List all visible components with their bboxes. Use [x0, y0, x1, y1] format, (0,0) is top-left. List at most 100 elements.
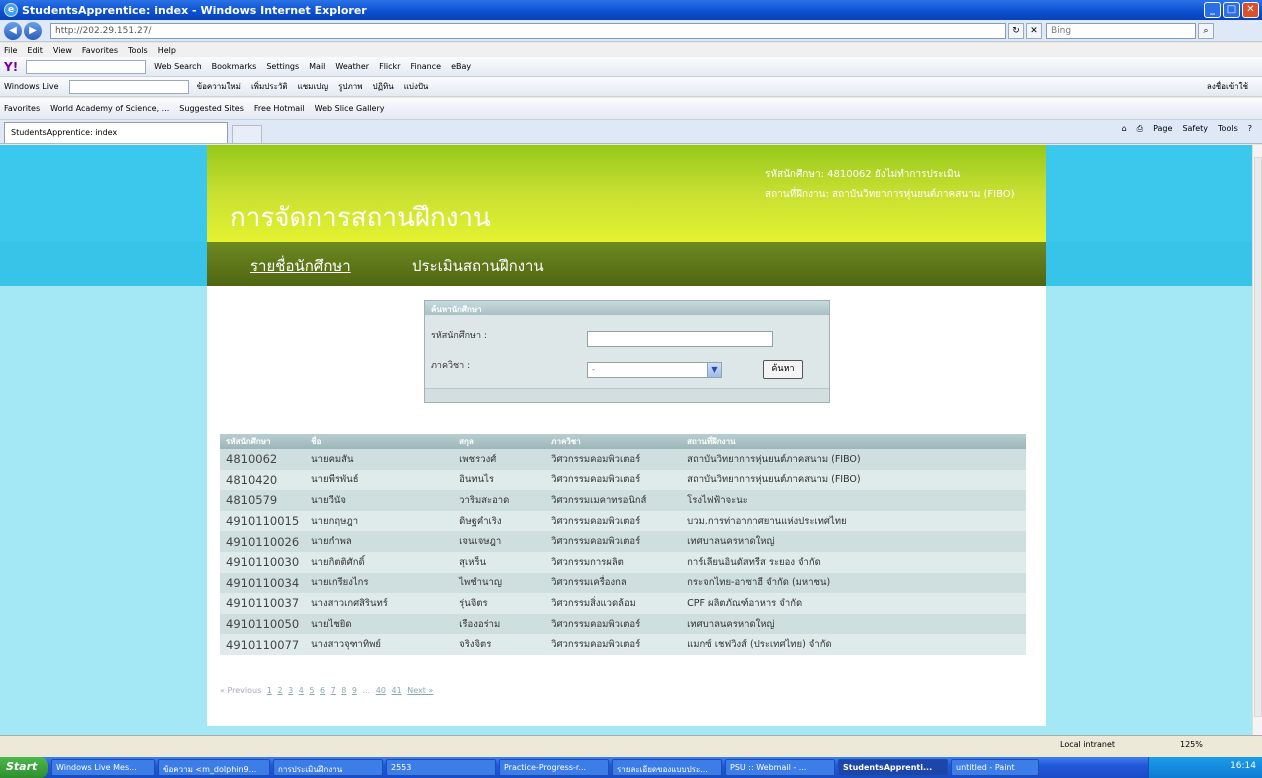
menu-edit[interactable]: Edit — [27, 46, 43, 55]
yahoo-toolbar: Y! Web Search Bookmarks Settings Mail We… — [0, 57, 1262, 77]
cell-internship-place: CPF ผลิตภัณฑ์อาหาร จำกัด — [681, 593, 1026, 614]
cell-department: วิศวกรรมการผลิต — [545, 551, 682, 573]
student-id-input[interactable] — [587, 331, 773, 347]
back-icon[interactable]: ◀ — [4, 21, 22, 40]
yahoo-bookmarks[interactable]: Bookmarks — [212, 62, 257, 71]
help-icon[interactable]: ? — [1248, 124, 1252, 134]
task-studentsapprentice[interactable]: StudentsApprenti... — [838, 759, 948, 776]
favorites-button[interactable]: Favorites — [4, 104, 40, 113]
task-form-details[interactable]: รายละเอียดของแบบประ... — [612, 759, 722, 776]
live-item-share[interactable]: แบ่งปัน — [404, 80, 429, 93]
pager-page-41[interactable]: 41 — [391, 686, 401, 695]
cell-department: วิศวกรรมเครื่องกล — [545, 572, 682, 594]
command-safety[interactable]: Safety — [1182, 124, 1208, 134]
search-input[interactable]: Bing — [1046, 22, 1196, 39]
table-row[interactable]: 4810420 นายพีรพันธ์ อินทนไร วิศวกรรมคอมพ… — [220, 469, 1026, 491]
table-row[interactable]: 4910110034 นายเกรียงไกร ไพชำนาญ วิศวกรรม… — [220, 572, 1026, 594]
chevron-down-icon[interactable]: ▼ — [707, 363, 721, 377]
yahoo-mail[interactable]: Mail — [309, 62, 325, 71]
address-input[interactable]: http://202.29.151.27/ — [50, 22, 1006, 39]
yahoo-settings[interactable]: Settings — [266, 62, 299, 71]
pager-page-1[interactable]: 1 — [267, 686, 272, 695]
cell-student-id: 4910110034 — [220, 572, 306, 594]
pager-page-4[interactable]: 4 — [299, 686, 304, 695]
table-row[interactable]: 4910110050 นายไชยิด เรืองอร่าม วิศวกรรมค… — [220, 613, 1026, 635]
live-item-spaces[interactable]: แชมเปญ — [298, 80, 329, 93]
zoom-level[interactable]: 125% — [1180, 740, 1203, 749]
yahoo-web-search[interactable]: Web Search — [154, 62, 201, 71]
table-row[interactable]: 4910110037 นางสาวเกศสิรินทร์ รุ่นจิตร วิ… — [220, 593, 1026, 614]
command-page[interactable]: Page — [1153, 124, 1172, 134]
favorite-link-suggested[interactable]: Suggested Sites — [179, 104, 244, 113]
table-row[interactable]: 4910110015 นายกฤษฎา ดิษฐคำเริง วิศวกรรมค… — [220, 510, 1026, 532]
cell-last-name: ไพชำนาญ — [453, 572, 546, 594]
pager-page-3[interactable]: 3 — [288, 686, 293, 695]
cell-student-id: 4910110037 — [220, 593, 306, 614]
nav-students-link[interactable]: รายชื่อนักศึกษา — [250, 254, 351, 278]
windows-live-search-input[interactable] — [68, 79, 189, 94]
stop-icon[interactable]: ✕ — [1026, 22, 1042, 39]
pager-page-7[interactable]: 7 — [331, 686, 336, 695]
table-row[interactable]: 4810579 นายวีนัจ วาริมสะอาด วิศวกรรมเมคา… — [220, 490, 1026, 511]
nav-evaluate-link[interactable]: ประเมินสถานฝึกงาน — [412, 254, 544, 278]
task-message-dolphin[interactable]: ข้อความ <m_dolphin9... — [158, 759, 270, 776]
menu-help[interactable]: Help — [158, 46, 176, 55]
menu-view[interactable]: View — [53, 46, 72, 55]
task-psu-webmail[interactable]: PSU :: Webmail - ... — [725, 759, 835, 776]
start-button[interactable]: Start — [0, 757, 48, 778]
scrollbar-thumb[interactable] — [1254, 157, 1262, 717]
live-item-new-message[interactable]: ข้อความใหม่ — [197, 80, 241, 93]
pager-next[interactable]: Next » — [407, 686, 433, 695]
forward-icon[interactable]: ▶ — [24, 21, 42, 40]
vertical-scrollbar[interactable] — [1252, 145, 1262, 735]
live-item-photos[interactable]: รูปภาพ — [338, 80, 362, 93]
command-tools[interactable]: Tools — [1218, 124, 1238, 134]
table-row[interactable]: 4910110077 นางสาวจุฑาทิพย์ จริงจิตร วิศว… — [220, 634, 1026, 655]
cell-last-name: อินทนไร — [453, 469, 546, 491]
favorite-link-waset[interactable]: World Academy of Science, ... — [50, 104, 169, 113]
close-icon[interactable]: ✕ — [1242, 2, 1259, 18]
yahoo-search-input[interactable] — [26, 59, 147, 74]
favorite-link-hotmail[interactable]: Free Hotmail — [254, 104, 305, 113]
menu-file[interactable]: File — [4, 46, 17, 55]
windows-live-label[interactable]: Windows Live — [4, 82, 59, 91]
task-evaluation-folder[interactable]: การประเมินฝึกงาน — [273, 759, 383, 776]
task-2553-folder[interactable]: 2553 — [386, 759, 496, 776]
task-practice-progress[interactable]: Practice-Progress-r... — [499, 759, 609, 776]
live-signin[interactable]: ลงชื่อเข้าใช้ — [1207, 80, 1248, 93]
print-icon[interactable]: ⎙ — [1137, 124, 1143, 134]
new-tab-button[interactable] — [232, 125, 262, 143]
yahoo-ebay[interactable]: eBay — [451, 62, 471, 71]
yahoo-logo-icon[interactable]: Y! — [4, 60, 18, 74]
tab-studentsapprentice[interactable]: StudentsApprentice: index — [4, 122, 228, 143]
yahoo-weather[interactable]: Weather — [335, 62, 369, 71]
task-paint[interactable]: untitled - Paint — [951, 759, 1039, 776]
status-bar: Local intranet 125% — [0, 735, 1262, 757]
refresh-icon[interactable]: ↻ — [1008, 22, 1024, 39]
menu-tools[interactable]: Tools — [128, 46, 148, 55]
home-icon[interactable]: ⌂ — [1122, 124, 1127, 134]
table-row[interactable]: 4810062 นายคมสัน เพชรวงศ์ วิศวกรรมคอมพิว… — [220, 449, 1026, 470]
live-item-calendar[interactable]: ปฏิทิน — [373, 80, 394, 93]
menu-favorites[interactable]: Favorites — [82, 46, 118, 55]
pager-page-9[interactable]: 9 — [352, 686, 357, 695]
pager-page-2[interactable]: 2 — [277, 686, 282, 695]
maximize-icon[interactable]: □ — [1223, 2, 1240, 18]
live-item-profile[interactable]: เพิ่มประวัติ — [251, 80, 288, 93]
yahoo-finance[interactable]: Finance — [410, 62, 441, 71]
search-button[interactable]: ค้นหา — [763, 360, 803, 379]
minimize-icon[interactable]: _ — [1204, 2, 1221, 18]
pager-page-40[interactable]: 40 — [376, 686, 386, 695]
table-row[interactable]: 4910110026 นายกำพล เจนเจษฎา วิศวกรรมคอมพ… — [220, 531, 1026, 552]
address-toolbar: ◀ ▶ http://202.29.151.27/ ↻ ✕ Bing ⌕ — [0, 20, 1262, 42]
task-windows-live-messenger[interactable]: Windows Live Mes... — [51, 759, 155, 776]
favorite-link-webslice[interactable]: Web Slice Gallery — [315, 104, 385, 113]
department-select[interactable]: - ▼ — [587, 362, 722, 378]
table-row[interactable]: 4910110030 นายกิตติศักดิ์ สุเหร็น วิศวกร… — [220, 551, 1026, 573]
pager-page-5[interactable]: 5 — [309, 686, 314, 695]
yahoo-flickr[interactable]: Flickr — [379, 62, 400, 71]
cell-last-name: จริงจิตร — [453, 634, 546, 655]
pager-page-8[interactable]: 8 — [341, 686, 346, 695]
search-icon[interactable]: ⌕ — [1198, 22, 1214, 39]
pager-page-6[interactable]: 6 — [320, 686, 325, 695]
